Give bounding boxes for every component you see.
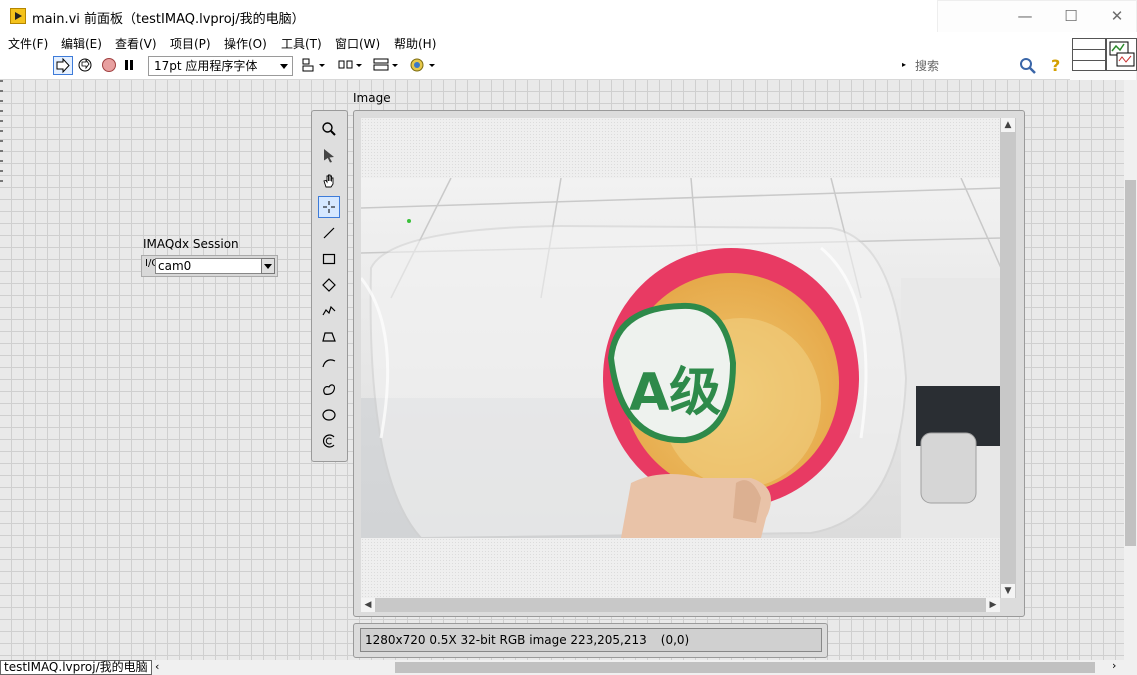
project-context-label[interactable]: testIMAQ.lvproj/我的电脑 [0, 660, 152, 675]
oval-tool[interactable] [318, 404, 340, 426]
run-continuously-button[interactable] [76, 56, 96, 75]
closed-freehand-icon [323, 384, 336, 395]
stop-icon [102, 58, 116, 72]
menu-window[interactable]: 窗口(W) [335, 35, 380, 52]
align-icon [302, 58, 325, 72]
menu-view[interactable]: 查看(V) [115, 35, 157, 52]
distribute-icon [338, 60, 362, 69]
font-select-value: 17pt 应用程序字体 [154, 59, 258, 73]
scroll-down-icon[interactable]: ▼ [1001, 584, 1015, 598]
pause-button[interactable] [121, 56, 139, 75]
image-info-text: 1280x720 0.5X 32-bit RGB image 223,205,2… [365, 633, 647, 647]
scroll-left-arrow-icon[interactable]: ‹ [155, 660, 159, 673]
toolbar: 17pt 应用程序字体 [0, 52, 1070, 80]
session-value[interactable]: cam0 [155, 258, 263, 274]
labview-logo-icon [10, 8, 26, 24]
image-display-label: Image [353, 91, 391, 105]
horizontal-scroll-thumb[interactable] [395, 662, 1095, 673]
polygon-tool[interactable] [318, 326, 340, 348]
freehand-icon [322, 359, 336, 368]
pan-icon [323, 174, 334, 188]
session-control[interactable]: I/O cam0 [141, 255, 278, 277]
annulus-icon [323, 434, 335, 448]
rotated-rect-tool[interactable] [318, 274, 340, 296]
image-horizontal-scrollbar[interactable]: ◀ ▶ [361, 598, 1000, 612]
menu-tools[interactable]: 工具(T) [281, 35, 322, 52]
menu-project[interactable]: 项目(P) [170, 35, 211, 52]
run-continuously-icon [78, 58, 92, 72]
resize-objects-button[interactable] [372, 56, 400, 75]
line-icon [323, 227, 335, 239]
scroll-left-icon[interactable]: ◀ [361, 598, 375, 612]
image-info-bar: 1280x720 0.5X 32-bit RGB image 223,205,2… [360, 628, 822, 652]
panel-edge-marker [0, 80, 3, 190]
help-icon[interactable]: ? [1051, 56, 1060, 75]
session-dropdown-button[interactable] [261, 258, 275, 274]
panel-vertical-scrollbar[interactable] [1124, 80, 1137, 660]
rectangle-icon [322, 253, 336, 265]
freehand-line-tool[interactable] [318, 300, 340, 322]
closed-freehand-tool[interactable] [318, 378, 340, 400]
camera-photo-graphic: A级 [361, 178, 1001, 538]
menu-file[interactable]: 文件(F) [8, 35, 48, 52]
rotated-rect-icon [322, 278, 336, 292]
pointer-tool[interactable] [318, 144, 340, 166]
scroll-up-icon[interactable]: ▲ [1001, 118, 1015, 132]
line-tool[interactable] [318, 222, 340, 244]
align-objects-button[interactable] [300, 56, 328, 75]
connector-pane[interactable] [1072, 38, 1106, 71]
zoom-icon [322, 122, 336, 136]
camera-image[interactable]: A级 [361, 178, 1001, 538]
annulus-tool[interactable] [318, 430, 340, 452]
menu-operate[interactable]: 操作(O) [224, 35, 267, 52]
window-title: main.vi 前面板（testIMAQ.lvproj/我的电脑） [32, 12, 305, 27]
menu-edit[interactable]: 编辑(E) [61, 35, 102, 52]
pause-icon [125, 60, 133, 70]
pointer-icon [324, 149, 334, 163]
crosshair-icon [323, 201, 335, 213]
freehand-tool[interactable] [318, 352, 340, 374]
sticker-text: A级 [629, 363, 721, 423]
scroll-thumb[interactable] [1125, 180, 1136, 546]
chevron-down-icon [280, 64, 288, 69]
scroll-right-icon[interactable]: ▶ [986, 598, 1000, 612]
pixel-coordinate: (0,0) [660, 633, 690, 647]
scroll-right-arrow-icon[interactable]: › [1112, 659, 1116, 672]
menu-help[interactable]: 帮助(H) [394, 35, 436, 52]
font-select[interactable]: 17pt 应用程序字体 [148, 56, 293, 76]
oval-icon [322, 409, 336, 421]
crosshair-tool[interactable] [318, 196, 340, 218]
vi-icon-graphic [1109, 41, 1135, 67]
run-arrow-icon [56, 57, 70, 74]
menu-bar: 文件(F) 编辑(E) 查看(V) 项目(P) 操作(O) 工具(T) 窗口(W… [0, 32, 1137, 52]
freehand-line-icon [322, 305, 336, 316]
reorder-button[interactable] [407, 56, 437, 75]
abort-button[interactable] [100, 56, 120, 75]
rectangle-tool[interactable] [318, 248, 340, 270]
vi-icon[interactable] [1106, 38, 1137, 71]
distribute-objects-button[interactable] [336, 56, 364, 75]
image-tool-palette [311, 110, 348, 462]
search-icon[interactable] [1019, 57, 1037, 75]
zoom-tool[interactable] [318, 118, 340, 140]
reorder-icon [410, 58, 435, 72]
resize-icon [373, 58, 398, 71]
polygon-icon [322, 332, 336, 342]
run-button[interactable] [53, 56, 73, 75]
search-expand-icon[interactable]: ▸ [902, 60, 906, 69]
pan-tool[interactable] [318, 170, 340, 192]
image-vertical-scrollbar[interactable]: ▲ ▼ [1000, 118, 1016, 598]
session-label: IMAQdx Session [143, 237, 239, 251]
